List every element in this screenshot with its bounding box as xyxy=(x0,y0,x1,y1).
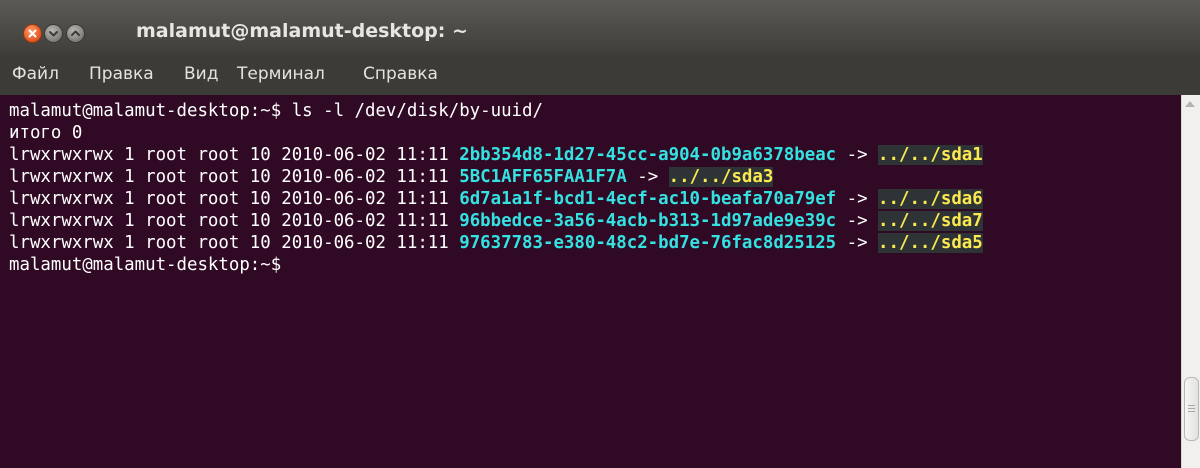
chevron-down-icon xyxy=(49,31,58,37)
menu-bar: Файл Правка Вид Терминал Справка xyxy=(0,55,1200,95)
chevron-up-icon xyxy=(71,30,80,36)
grip-line xyxy=(1188,411,1195,412)
scrollbar[interactable] xyxy=(1181,95,1200,468)
grip-line xyxy=(1188,405,1195,406)
link-arrow: -> xyxy=(836,233,879,253)
terminal-output[interactable]: malamut@malamut-desktop:~$ ls -l /dev/di… xyxy=(0,95,1181,468)
link-target: ../../sda7 xyxy=(878,211,983,231)
command-line: malamut@malamut-desktop:~$ ls -l /dev/di… xyxy=(9,101,543,121)
file-meta: lrwxrwxrwx 1 root root 10 2010-06-02 11:… xyxy=(9,145,460,165)
menu-terminal[interactable]: Терминал xyxy=(237,64,325,84)
link-arrow: -> xyxy=(626,167,669,187)
menu-edit[interactable]: Правка xyxy=(89,64,154,84)
uuid-name: 97637783-e380-48c2-bd7e-76fac8d25125 xyxy=(459,233,837,253)
file-meta: lrwxrwxrwx 1 root root 10 2010-06-02 11:… xyxy=(9,233,460,253)
file-meta: lrwxrwxrwx 1 root root 10 2010-06-02 11:… xyxy=(9,167,460,187)
menu-help[interactable]: Справка xyxy=(363,64,438,84)
uuid-name: 5BC1AFF65FAA1F7A xyxy=(459,167,627,187)
list-item: lrwxrwxrwx 1 root root 10 2010-06-02 11:… xyxy=(9,232,983,254)
menu-view[interactable]: Вид xyxy=(184,64,218,84)
close-icon xyxy=(28,29,37,38)
title-bar[interactable]: malamut@malamut-desktop: ~ xyxy=(0,0,1200,55)
link-target: ../../sda3 xyxy=(668,167,774,187)
maximize-button[interactable] xyxy=(66,24,85,43)
list-item: lrwxrwxrwx 1 root root 10 2010-06-02 11:… xyxy=(9,210,983,232)
minimize-button[interactable] xyxy=(44,24,63,43)
terminal-window: malamut@malamut-desktop: ~ Файл Правка В… xyxy=(0,0,1200,468)
link-target: ../../sda1 xyxy=(878,145,983,165)
link-arrow: -> xyxy=(836,189,879,209)
uuid-name: 96bbedce-3a56-4acb-b313-1d97ade9e39c xyxy=(459,211,837,231)
scroll-up-arrow-icon[interactable] xyxy=(1185,101,1195,107)
total-line: итого 0 xyxy=(9,123,83,143)
grip-line xyxy=(1188,408,1195,409)
list-item: lrwxrwxrwx 1 root root 10 2010-06-02 11:… xyxy=(9,144,983,166)
link-target: ../../sda6 xyxy=(878,189,983,209)
menu-file[interactable]: Файл xyxy=(12,64,59,84)
uuid-name: 6d7a1a1f-bcd1-4ecf-ac10-beafa70a79ef xyxy=(459,189,837,209)
window-title: malamut@malamut-desktop: ~ xyxy=(136,20,468,42)
list-item: lrwxrwxrwx 1 root root 10 2010-06-02 11:… xyxy=(9,188,983,210)
close-button[interactable] xyxy=(23,24,42,43)
link-arrow: -> xyxy=(836,211,879,231)
link-target: ../../sda5 xyxy=(878,233,983,253)
file-meta: lrwxrwxrwx 1 root root 10 2010-06-02 11:… xyxy=(9,211,460,231)
file-meta: lrwxrwxrwx 1 root root 10 2010-06-02 11:… xyxy=(9,189,460,209)
link-arrow: -> xyxy=(836,145,879,165)
uuid-name: 2bb354d8-1d27-45cc-a904-0b9a6378beac xyxy=(459,145,837,165)
list-item: lrwxrwxrwx 1 root root 10 2010-06-02 11:… xyxy=(9,166,774,188)
final-prompt: malamut@malamut-desktop:~$ xyxy=(9,255,282,275)
scroll-thumb[interactable] xyxy=(1184,377,1199,441)
